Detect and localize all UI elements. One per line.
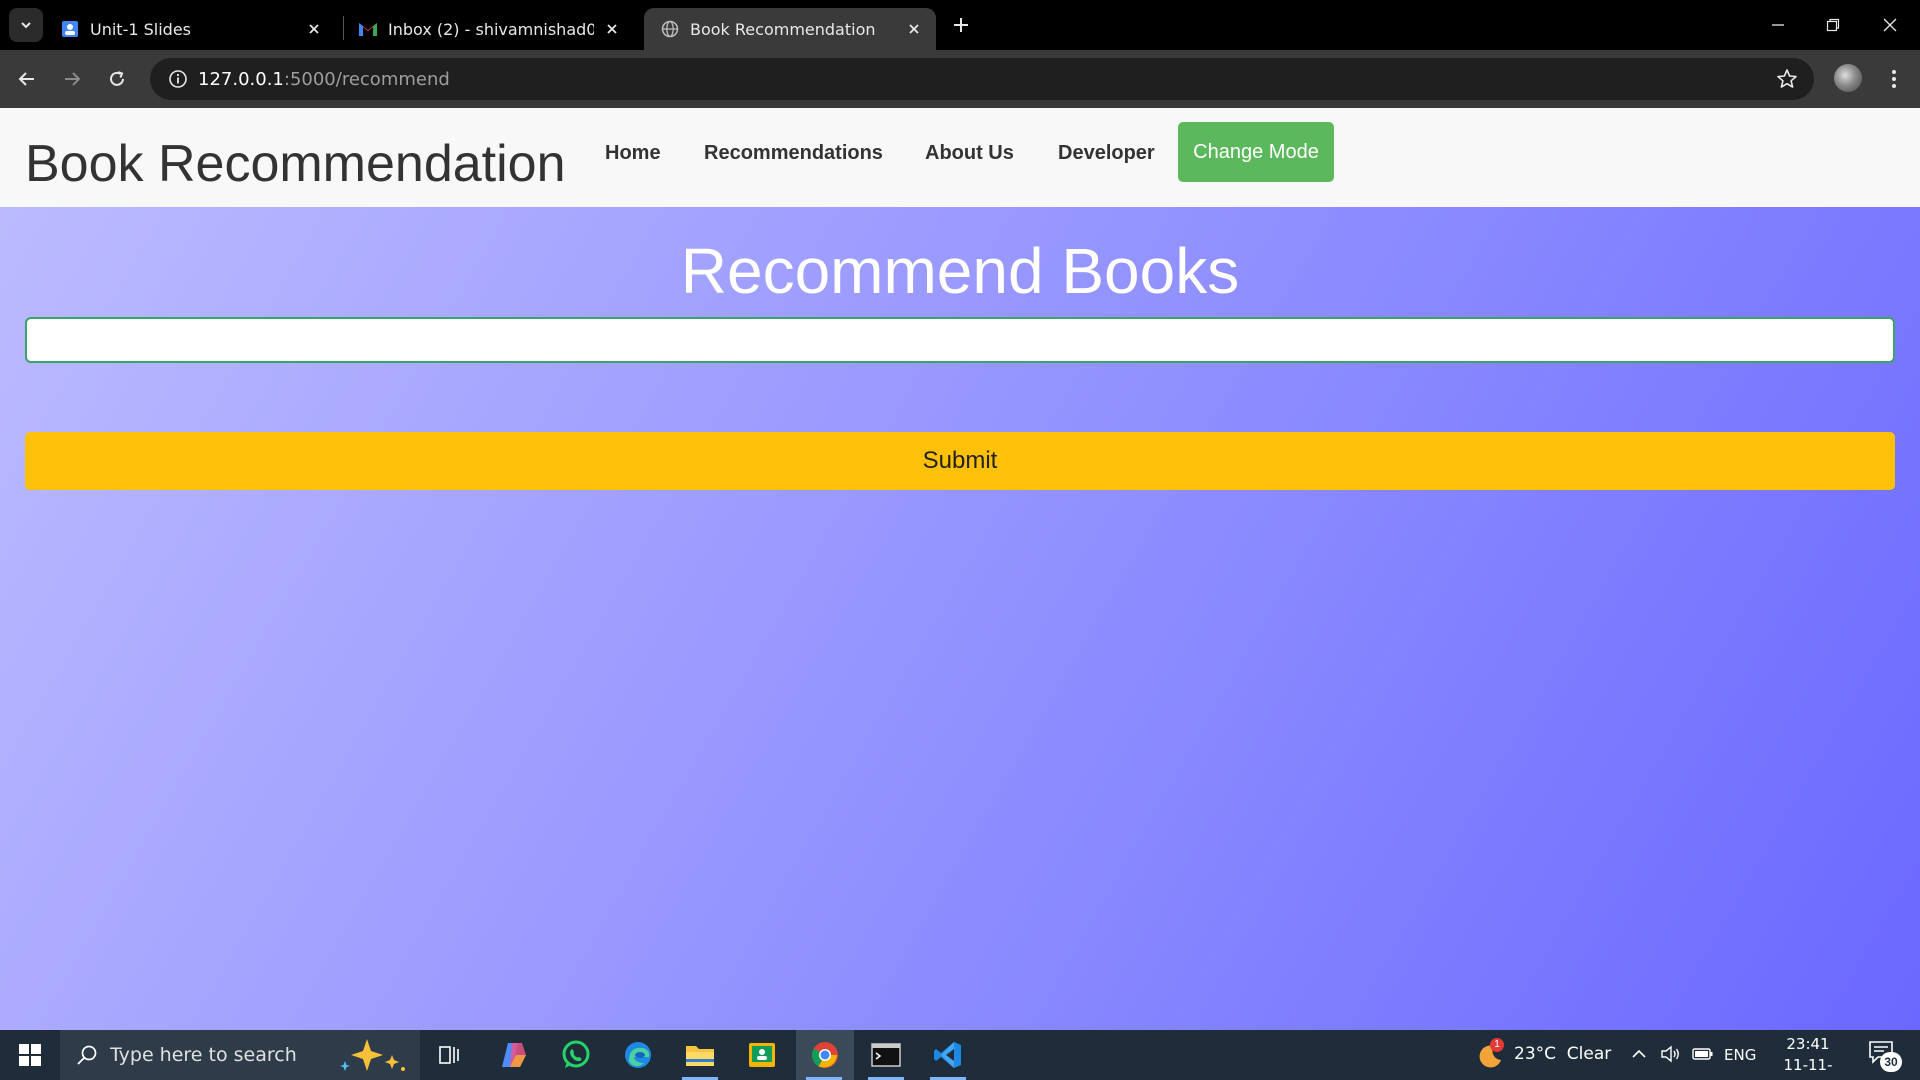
folder-icon — [686, 1046, 714, 1066]
edge-app[interactable] — [610, 1030, 666, 1080]
reload-icon — [110, 71, 124, 86]
clock-time: 23:41 — [1786, 1035, 1830, 1053]
start-button[interactable] — [0, 1030, 60, 1080]
site-navbar: Book Recommendation Home Recommendations… — [0, 108, 1920, 207]
chrome-icon — [811, 1042, 838, 1068]
terminal-icon — [871, 1043, 901, 1067]
close-tab-icon[interactable] — [904, 19, 924, 39]
file-explorer-app[interactable] — [672, 1030, 728, 1080]
profile-avatar[interactable] — [1834, 64, 1862, 92]
back-button[interactable] — [10, 62, 44, 96]
url-host: 127.0.0.1 — [198, 68, 284, 90]
tab-title: Unit-1 Slides — [90, 19, 191, 39]
taskbar-clock[interactable]: 23:41 11-11-2024 — [1766, 1034, 1850, 1080]
restore-button[interactable] — [1813, 8, 1853, 42]
nav-about-us[interactable]: About Us — [925, 142, 1014, 165]
chevron-up-icon — [1632, 1049, 1646, 1058]
site-brand[interactable]: Book Recommendation — [25, 134, 566, 194]
chrome-app[interactable] — [796, 1030, 854, 1080]
search-icon — [77, 1045, 97, 1065]
arrow-right-icon — [65, 72, 81, 86]
battery-icon — [1692, 1048, 1713, 1060]
forward-button[interactable] — [55, 62, 89, 96]
vscode-app[interactable] — [920, 1030, 976, 1080]
tab-title: Book Recommendation — [690, 19, 876, 39]
show-hidden-icons-button[interactable] — [1630, 1045, 1648, 1068]
browser-toolbar: 127.0.0.1:5000/recommend — [0, 50, 1920, 108]
change-mode-button[interactable]: Change Mode — [1178, 122, 1334, 182]
copilot-sparkle-icon — [339, 1039, 405, 1071]
gmail-icon — [358, 19, 378, 39]
tab-search-button[interactable] — [9, 8, 43, 42]
notification-center-button[interactable]: 30 — [1868, 1040, 1902, 1072]
language-indicator[interactable]: ENG — [1724, 1046, 1756, 1064]
plus-icon — [954, 18, 968, 32]
notification-count-badge: 30 — [1880, 1052, 1902, 1072]
copilot-app[interactable] — [486, 1030, 542, 1080]
address-bar[interactable]: 127.0.0.1:5000/recommend — [150, 58, 1814, 100]
bookmark-star-icon[interactable] — [1776, 68, 1798, 95]
weather-badge: 1 — [1490, 1038, 1504, 1052]
close-icon — [1883, 18, 1897, 32]
book-search-input[interactable] — [25, 317, 1895, 363]
classroom-icon — [749, 1043, 775, 1067]
close-tab-icon[interactable] — [304, 19, 324, 39]
page-title: Recommend Books — [680, 235, 1240, 307]
tab-unit-1-slides[interactable]: Unit-1 Slides — [44, 8, 336, 50]
url-text: 127.0.0.1:5000/recommend — [198, 69, 450, 90]
classroom-app[interactable] — [734, 1030, 790, 1080]
windows-logo-icon — [19, 1044, 41, 1066]
arrow-left-icon — [18, 72, 34, 86]
tab-title: Inbox (2) - shivamnishad09630452 — [388, 19, 594, 39]
taskbar-search-box[interactable]: Type here to search — [60, 1030, 420, 1080]
speaker-icon — [1661, 1045, 1679, 1063]
site-info-icon[interactable] — [158, 69, 198, 89]
nav-developer[interactable]: Developer — [1058, 142, 1155, 165]
tab-book-recommendation[interactable]: Book Recommendation — [644, 8, 936, 50]
windows-taskbar: Type here to search 1 23°C Clear ENG 23:… — [0, 1030, 1920, 1080]
restore-icon — [1826, 18, 1840, 32]
battery-button[interactable] — [1692, 1046, 1714, 1067]
copilot-icon — [502, 1043, 526, 1067]
chevron-down-icon — [21, 22, 31, 29]
task-view-icon — [439, 1046, 459, 1064]
minimize-icon — [1772, 24, 1784, 26]
url-path: :5000/recommend — [283, 68, 450, 90]
close-window-button[interactable] — [1870, 8, 1910, 42]
submit-button[interactable]: Submit — [25, 432, 1895, 490]
search-placeholder: Type here to search — [110, 1044, 297, 1066]
slides-icon — [60, 19, 80, 39]
browser-menu-icon[interactable] — [1882, 66, 1906, 92]
clock-date: 11-11-2024 — [1783, 1056, 1833, 1080]
nav-recommendations[interactable]: Recommendations — [704, 142, 883, 165]
volume-button[interactable] — [1660, 1044, 1682, 1069]
reload-button[interactable] — [100, 62, 134, 96]
weather-text[interactable]: 23°C Clear — [1514, 1044, 1611, 1064]
whatsapp-icon — [562, 1040, 590, 1068]
edge-icon — [625, 1042, 651, 1068]
whatsapp-app[interactable] — [548, 1030, 604, 1080]
globe-icon — [660, 19, 680, 39]
minimize-button[interactable] — [1758, 8, 1798, 42]
close-tab-icon[interactable] — [602, 19, 622, 39]
nav-home[interactable]: Home — [605, 142, 661, 165]
web-page: Book Recommendation Home Recommendations… — [0, 108, 1920, 1030]
weather-widget[interactable]: 1 — [1474, 1038, 1504, 1070]
task-view-button[interactable] — [422, 1030, 478, 1080]
new-tab-button[interactable] — [948, 12, 974, 38]
terminal-app[interactable] — [858, 1030, 914, 1080]
browser-tab-strip: Unit-1 Slides Inbox (2) - shivamnishad09… — [0, 0, 1920, 50]
vscode-icon — [934, 1042, 961, 1068]
tab-inbox[interactable]: Inbox (2) - shivamnishad09630452 — [342, 8, 634, 50]
